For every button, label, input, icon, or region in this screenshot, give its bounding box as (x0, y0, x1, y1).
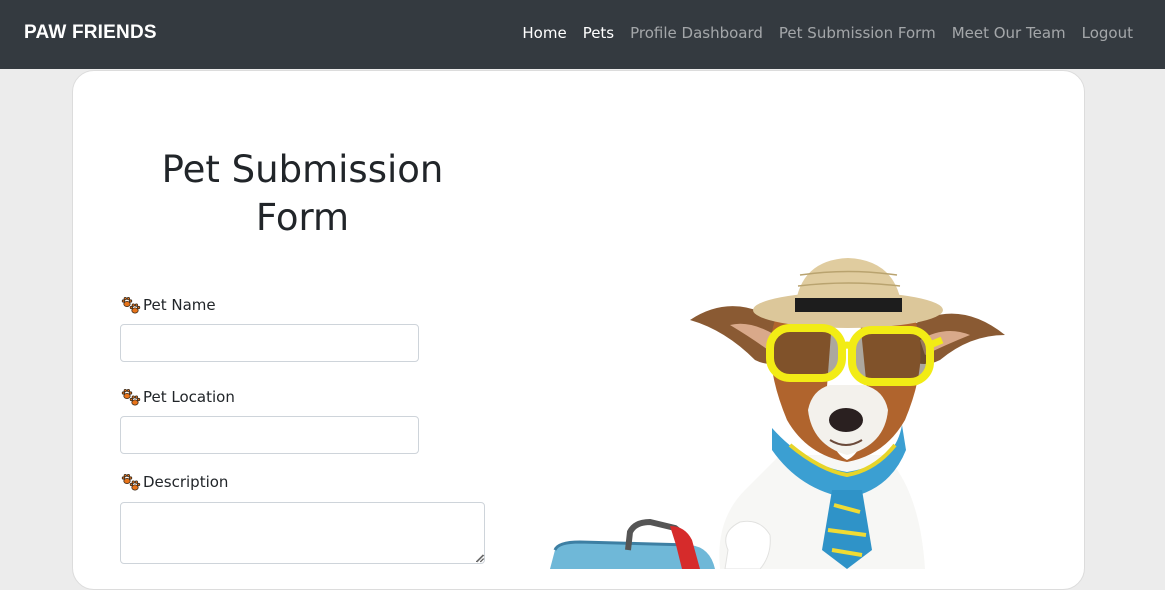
suitcase (550, 518, 715, 569)
pet-location-input[interactable] (120, 416, 419, 454)
paw-prints-icon (121, 388, 141, 406)
description-label: Description (121, 472, 228, 492)
description-label-text: Description (143, 473, 229, 491)
nav-links: Home Pets Profile Dashboard Pet Submissi… (522, 24, 1133, 42)
paw-prints-icon (121, 473, 141, 491)
description-textarea[interactable] (120, 502, 485, 564)
dog-with-hat-and-sunglasses-image (550, 258, 1005, 569)
nav-link-pet-submission-form[interactable]: Pet Submission Form (779, 24, 936, 42)
nav-link-logout[interactable]: Logout (1082, 24, 1133, 42)
pet-location-label-text: Pet Location (143, 388, 235, 406)
page-title: Pet Submission Form (161, 148, 444, 239)
brand-logo[interactable]: PAW FRIENDS (24, 22, 157, 44)
pet-name-label: Pet Name (121, 295, 216, 315)
resize-grip-icon[interactable] (475, 553, 485, 563)
pet-name-label-text: Pet Name (143, 296, 216, 314)
pet-name-input[interactable] (120, 324, 419, 362)
nav-link-home[interactable]: Home (522, 24, 566, 42)
paw-prints-icon (121, 296, 141, 314)
pet-location-label: Pet Location (121, 387, 235, 407)
nav-link-profile-dashboard[interactable]: Profile Dashboard (630, 24, 763, 42)
top-navbar: PAW FRIENDS Home Pets Profile Dashboard … (0, 0, 1165, 69)
nav-link-pets[interactable]: Pets (583, 24, 614, 42)
nav-link-meet-our-team[interactable]: Meet Our Team (952, 24, 1066, 42)
